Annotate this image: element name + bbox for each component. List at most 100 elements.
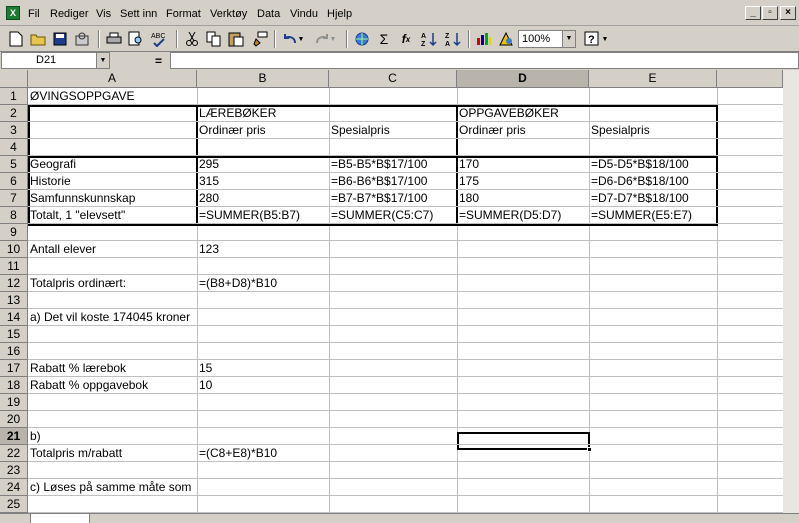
row-header-21[interactable]: 21 [0,428,28,445]
cell-a1[interactable]: ØVINGSOPPGAVE [28,88,134,105]
menu-format[interactable]: Format [166,8,201,20]
cell-e8[interactable]: =SUMMER(E5:E7) [589,207,692,224]
cell-b8[interactable]: =SUMMER(B5:B7) [197,207,300,224]
menu-hjelp[interactable]: Hjelp [327,8,352,20]
row-header-17[interactable]: 17 [0,360,28,377]
cell-d2[interactable]: OPPGAVEBØKER [457,105,559,122]
cell-b17[interactable]: 15 [197,360,212,377]
column-header-d[interactable]: D [457,70,589,88]
restore-button[interactable]: ▫ [762,6,778,20]
cell-a6[interactable]: Historie [28,173,71,190]
formula-input[interactable] [170,52,799,69]
row-header-19[interactable]: 19 [0,394,28,411]
fill-handle[interactable] [587,447,592,452]
column-header-c[interactable]: C [329,70,457,88]
cell-b10[interactable]: 123 [197,241,219,258]
row-header-18[interactable]: 18 [0,377,28,394]
drawing-icon[interactable] [496,29,516,49]
cell-c5[interactable]: =B5-B5*B$17/100 [329,156,427,173]
row-header-2[interactable]: 2 [0,105,28,122]
copy-icon[interactable] [204,29,224,49]
row-header-23[interactable]: 23 [0,462,28,479]
hyperlink-icon[interactable] [352,29,372,49]
cell-b22[interactable]: =(C8+E8)*B10 [197,445,277,462]
toolbar-options-icon[interactable]: ▼ [600,29,610,49]
new-icon[interactable] [6,29,26,49]
cell-b6[interactable]: 315 [197,173,219,190]
row-header-24[interactable]: 24 [0,479,28,496]
chevron-down-icon[interactable]: ▼ [562,31,575,47]
row-header-3[interactable]: 3 [0,122,28,139]
row-header-14[interactable]: 14 [0,309,28,326]
cell-e7[interactable]: =D7-D7*B$18/100 [589,190,689,207]
cell-a17[interactable]: Rabatt % lærebok [28,360,126,377]
row-header-13[interactable]: 13 [0,292,28,309]
cell-d5[interactable]: 170 [457,156,479,173]
spellcheck-icon[interactable]: ABC [150,29,170,49]
cell-d6[interactable]: 175 [457,173,479,190]
cell-a22[interactable]: Totalpris m/rabatt [28,445,122,462]
cell-a5[interactable]: Geografi [28,156,76,173]
active-cell-d21[interactable] [457,432,590,450]
row-header-12[interactable]: 12 [0,275,28,292]
cell-e3[interactable]: Spesialpris [589,122,650,139]
cell-b7[interactable]: 280 [197,190,219,207]
row-header-25[interactable]: 25 [0,496,28,513]
cell-a7[interactable]: Samfunnskunnskap [28,190,135,207]
cell-a10[interactable]: Antall elever [28,241,96,258]
minimize-button[interactable]: _ [745,6,761,20]
row-header-22[interactable]: 22 [0,445,28,462]
menu-vindu[interactable]: Vindu [290,8,318,20]
cell-a24[interactable]: c) Løses på samme måte som [28,479,197,496]
cell-d3[interactable]: Ordinær pris [457,122,526,139]
row-header-20[interactable]: 20 [0,411,28,428]
cell-e6[interactable]: =D6-D6*B$18/100 [589,173,689,190]
cell-e5[interactable]: =D5-D5*B$18/100 [589,156,689,173]
chart-wizard-icon[interactable] [474,29,494,49]
row-header-10[interactable]: 10 [0,241,28,258]
row-header-6[interactable]: 6 [0,173,28,190]
help-icon[interactable]: ? [582,29,602,49]
cell-b5[interactable]: 295 [197,156,219,173]
chevron-down-icon[interactable]: ▼ [96,53,109,68]
menu-data[interactable]: Data [257,8,280,20]
column-header-b[interactable]: B [197,70,329,88]
menu-sett-inn[interactable]: Sett inn [120,8,157,20]
cell-b18[interactable]: 10 [197,377,212,394]
cell-b2[interactable]: LÆREBØKER [197,105,276,122]
menu-vis[interactable]: Vis [96,8,111,20]
permission-icon[interactable] [72,29,92,49]
excel-app-icon[interactable]: X [6,6,20,20]
column-header-f[interactable] [717,70,783,88]
cell-a18[interactable]: Rabatt % oppgavebok [28,377,148,394]
zoom-dropdown[interactable]: 100% ▼ [518,30,576,48]
close-button[interactable]: × [780,6,796,20]
spreadsheet-grid[interactable]: A B C D E 1 2 3 4 5 6 7 8 9 10 11 12 13 14 15 16 17 18 19 2… [0,70,799,513]
cell-c7[interactable]: =B7-B7*B$17/100 [329,190,427,207]
cell-c8[interactable]: =SUMMER(C5:C7) [329,207,433,224]
cell-c3[interactable]: Spesialpris [329,122,390,139]
menu-fil[interactable]: Fil [28,8,40,20]
row-header-8[interactable]: 8 [0,207,28,224]
menu-verktoy[interactable]: Verktøy [210,8,247,20]
autosum-icon[interactable]: Σ [374,29,394,49]
sheet-tab[interactable] [30,514,90,523]
cell-b12[interactable]: =(B8+D8)*B10 [197,275,277,292]
formula-equals-icon[interactable]: = [155,54,162,68]
vertical-scrollbar[interactable] [783,70,799,513]
sort-ascending-icon[interactable]: AZ [420,29,440,49]
undo-dropdown-icon[interactable]: ▼ [296,29,306,49]
print-preview-icon[interactable] [126,29,146,49]
paste-icon[interactable] [226,29,246,49]
cell-b3[interactable]: Ordinær pris [197,122,266,139]
row-header-5[interactable]: 5 [0,156,28,173]
row-header-1[interactable]: 1 [0,88,28,105]
sort-descending-icon[interactable]: ZA [444,29,464,49]
cell-a14[interactable]: a) Det vil koste 174045 kroner [28,309,197,326]
open-icon[interactable] [28,29,48,49]
save-icon[interactable] [50,29,70,49]
row-header-16[interactable]: 16 [0,343,28,360]
redo-dropdown-icon[interactable]: ▼ [328,29,338,49]
cell-d7[interactable]: 180 [457,190,479,207]
cell-d8[interactable]: =SUMMER(D5:D7) [457,207,561,224]
